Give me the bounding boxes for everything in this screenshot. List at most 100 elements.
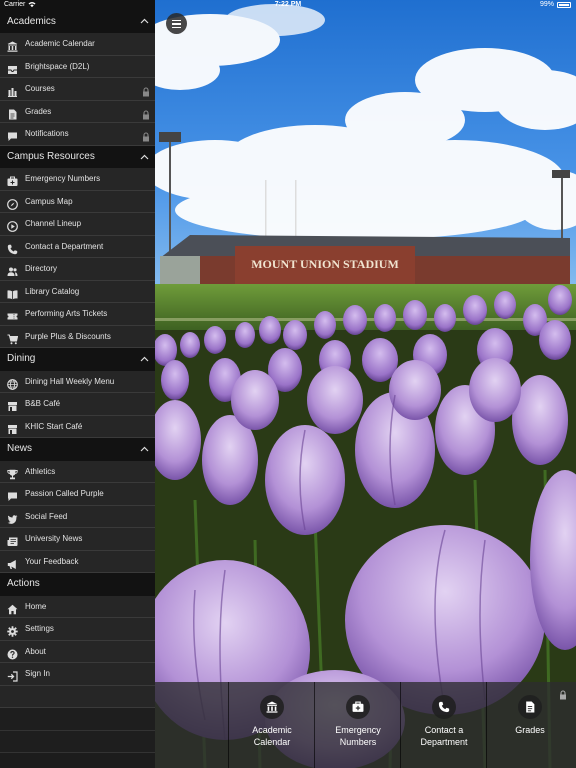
lock-icon xyxy=(142,107,150,119)
quick-link-contact-department[interactable]: Contact a Department xyxy=(400,682,486,768)
cart-icon xyxy=(7,332,19,344)
empty-row xyxy=(0,708,155,731)
sidebar-item-home[interactable]: Home xyxy=(0,595,155,618)
sidebar-item-dining-hall-menu[interactable]: Dining Hall Weekly Menu xyxy=(0,370,155,393)
store-icon xyxy=(7,399,18,411)
sidebar-item-purple-plus[interactable]: Purple Plus & Discounts xyxy=(0,325,155,348)
sidebar-item-social-feed[interactable]: Social Feed xyxy=(0,505,155,528)
sidebar-item-settings[interactable]: Settings xyxy=(0,618,155,641)
sidebar-item-label: Dining Hall Weekly Menu xyxy=(25,376,115,386)
book-icon xyxy=(7,287,18,299)
sidebar-item-athletics[interactable]: Athletics xyxy=(0,460,155,483)
document-icon xyxy=(7,107,18,119)
play-icon xyxy=(7,219,18,232)
quick-link-label: Emergency xyxy=(335,725,381,735)
sidebar-item-performing-arts-tickets[interactable]: Performing Arts Tickets xyxy=(0,303,155,326)
sidebar-item-emergency-numbers[interactable]: Emergency Numbers xyxy=(0,168,155,191)
section-header-dining[interactable]: Dining xyxy=(0,348,155,371)
quick-link-label: Department xyxy=(420,737,468,747)
lock-icon xyxy=(559,687,567,705)
lock-icon xyxy=(142,129,150,142)
sidebar-item-label: Your Feedback xyxy=(25,556,79,566)
bird-icon xyxy=(7,512,18,524)
quick-link-label: Academic xyxy=(252,725,292,735)
lock-icon xyxy=(142,84,150,97)
globe-icon xyxy=(7,377,18,390)
megaphone-icon xyxy=(7,557,18,569)
sidebar-item-academic-calendar[interactable]: Academic Calendar xyxy=(0,33,155,56)
sidebar-item-khic-start-cafe[interactable]: KHIC Start Café xyxy=(0,415,155,438)
bar-chart-icon xyxy=(7,84,18,97)
sidebar-menu: Academics Academic Calendar Brightspace … xyxy=(0,0,155,768)
sidebar-item-about[interactable]: About xyxy=(0,640,155,663)
sidebar-item-label: Academic Calendar xyxy=(25,39,95,48)
home-icon xyxy=(7,602,18,614)
sidebar-item-label: Purple Plus & Discounts xyxy=(25,331,111,341)
sidebar-item-campus-map[interactable]: Campus Map xyxy=(0,190,155,213)
quick-link-label: Contact a xyxy=(424,725,464,735)
question-icon xyxy=(7,647,18,659)
sidebar-item-library-catalog[interactable]: Library Catalog xyxy=(0,280,155,303)
sidebar-item-label: Channel Lineup xyxy=(25,219,82,228)
section-header-campus-resources[interactable]: Campus Resources xyxy=(0,145,155,169)
stadium-sign: MOUNT UNION STADIUM xyxy=(251,257,399,271)
inbox-icon xyxy=(7,62,18,74)
quick-link-emergency-numbers[interactable]: Emergency Numbers xyxy=(314,682,400,768)
sidebar-item-label: About xyxy=(25,646,46,656)
sidebar-item-brightspace[interactable]: Brightspace (D2L) xyxy=(0,55,155,78)
sidebar-item-label: Emergency Numbers xyxy=(25,174,101,183)
sidebar-item-courses[interactable]: Courses xyxy=(0,78,155,101)
sidebar-item-sign-in[interactable]: Sign In xyxy=(0,663,155,686)
menu-bar-icon xyxy=(172,19,181,21)
quick-link-label: Calendar xyxy=(253,737,291,747)
store-icon xyxy=(7,422,18,434)
sidebar-item-label: Directory xyxy=(25,264,58,273)
battery-icon xyxy=(557,2,571,8)
medkit-icon xyxy=(346,695,370,719)
sidebar-item-label: Performing Arts Tickets xyxy=(25,309,108,318)
quick-link-label: Numbers xyxy=(339,737,377,747)
sidebar-item-label: KHIC Start Café xyxy=(25,421,83,431)
sidebar-item-label: Social Feed xyxy=(25,511,68,521)
chevron-up-icon xyxy=(140,146,150,169)
battery-percent: 99% xyxy=(539,1,554,8)
clock-time: 7:22 PM xyxy=(274,1,302,8)
chat-bubble-icon xyxy=(7,129,18,141)
sidebar-item-label: Brightspace (D2L) xyxy=(25,61,90,71)
section-title: News xyxy=(7,443,33,454)
sidebar-item-label: Sign In xyxy=(25,669,50,678)
ticket-icon xyxy=(7,309,18,320)
sign-in-icon xyxy=(7,669,18,682)
section-header-actions: Actions xyxy=(0,573,155,596)
sidebar-item-your-feedback[interactable]: Your Feedback xyxy=(0,550,155,573)
bank-icon xyxy=(7,39,18,52)
bank-icon xyxy=(260,695,284,719)
sidebar-item-notifications[interactable]: Notifications xyxy=(0,123,155,146)
sidebar-item-label: Home xyxy=(25,601,47,611)
sidebar-item-grades[interactable]: Grades xyxy=(0,100,155,123)
quick-links-bar: Academic Calendar Emergency Numbers Cont… xyxy=(155,682,576,768)
hamburger-menu-button[interactable] xyxy=(166,13,187,34)
sidebar-item-passion-called-purple[interactable]: Passion Called Purple xyxy=(0,483,155,506)
menu-bar-icon xyxy=(172,23,181,25)
medkit-icon xyxy=(7,174,18,186)
quick-link-academic-calendar[interactable]: Academic Calendar xyxy=(228,682,314,768)
phone-icon xyxy=(7,242,18,254)
chevron-up-icon xyxy=(140,438,150,461)
empty-row xyxy=(0,730,155,753)
sidebar-item-directory[interactable]: Directory xyxy=(0,258,155,281)
sidebar-item-channel-lineup[interactable]: Channel Lineup xyxy=(0,213,155,236)
quick-link-grades[interactable]: Grades xyxy=(486,682,572,768)
sidebar-item-label: Passion Called Purple xyxy=(25,489,104,498)
sidebar-item-bb-cafe[interactable]: B&B Café xyxy=(0,393,155,416)
section-header-news[interactable]: News xyxy=(0,438,155,461)
menu-bar-icon xyxy=(172,26,181,28)
sidebar-item-label: Contact a Department xyxy=(25,241,104,251)
sidebar-item-contact-department[interactable]: Contact a Department xyxy=(0,235,155,258)
section-title: Academics xyxy=(7,16,56,27)
empty-row xyxy=(0,685,155,708)
trophy-icon xyxy=(7,467,18,479)
sidebar-item-label: Courses xyxy=(25,84,55,93)
sidebar-item-label: University News xyxy=(25,534,83,543)
sidebar-item-university-news[interactable]: University News xyxy=(0,528,155,551)
